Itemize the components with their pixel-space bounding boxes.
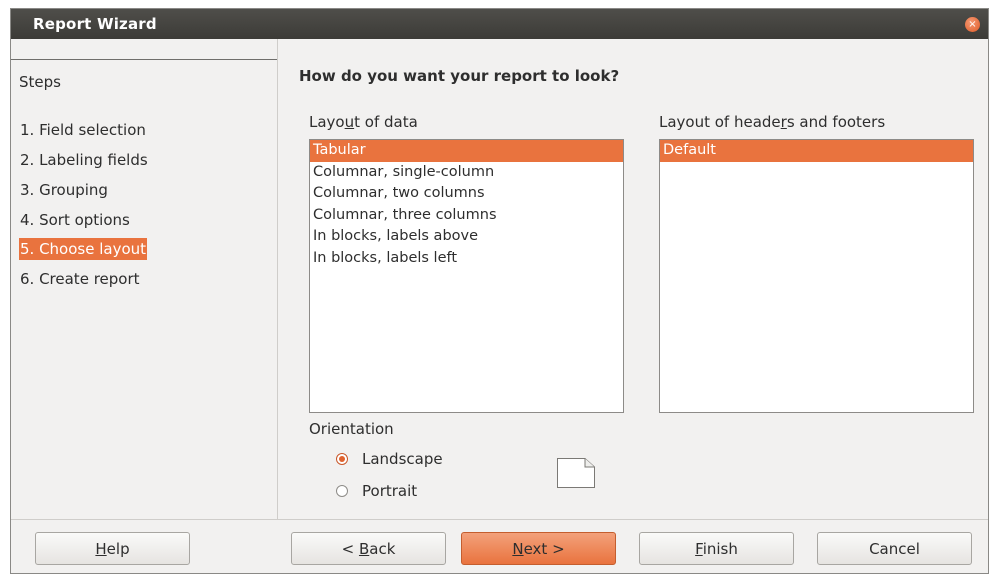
report-wizard-dialog: Report Wizard × Steps 1. Field selection… xyxy=(10,8,989,574)
step-grouping[interactable]: 3. Grouping xyxy=(19,179,109,201)
layout-option-blocks-left[interactable]: In blocks, labels left xyxy=(310,248,623,270)
steps-panel: Steps 1. Field selection 2. Labeling fie… xyxy=(11,39,278,519)
steps-header: Steps xyxy=(19,73,61,91)
layout-option-tabular[interactable]: Tabular xyxy=(310,140,623,162)
cancel-button[interactable]: Cancel xyxy=(817,532,972,565)
help-button[interactable]: Help xyxy=(35,532,190,565)
step-field-selection[interactable]: 1. Field selection xyxy=(19,119,147,141)
window-title: Report Wizard xyxy=(33,15,157,33)
landscape-radio[interactable] xyxy=(336,453,348,465)
orientation-label: Orientation xyxy=(309,420,394,438)
landscape-page-icon xyxy=(557,458,595,488)
orientation-portrait-option[interactable]: Portrait xyxy=(336,482,417,500)
layout-of-data-list[interactable]: Tabular Columnar, single-column Columnar… xyxy=(309,139,624,413)
finish-button[interactable]: Finish xyxy=(639,532,794,565)
footer-divider xyxy=(11,519,988,520)
step-labeling-fields[interactable]: 2. Labeling fields xyxy=(19,149,149,171)
title-bar[interactable]: Report Wizard × xyxy=(11,9,988,39)
landscape-label: Landscape xyxy=(362,450,443,468)
step-choose-layout[interactable]: 5. Choose layout xyxy=(19,238,148,260)
close-icon[interactable]: × xyxy=(965,17,980,32)
page-question: How do you want your report to look? xyxy=(299,67,620,85)
next-button[interactable]: Next > xyxy=(461,532,616,565)
portrait-label: Portrait xyxy=(362,482,418,500)
layout-option-blocks-above[interactable]: In blocks, labels above xyxy=(310,226,623,248)
layout-option-columnar-two[interactable]: Columnar, two columns xyxy=(310,183,623,205)
orientation-landscape-option[interactable]: Landscape xyxy=(336,450,443,468)
layout-of-data-label: Layout of data xyxy=(309,113,418,131)
layout-option-columnar-single[interactable]: Columnar, single-column xyxy=(310,162,623,184)
layout-headers-footers-list[interactable]: Default xyxy=(659,139,974,413)
layout-option-columnar-three[interactable]: Columnar, three columns xyxy=(310,205,623,227)
portrait-radio[interactable] xyxy=(336,485,348,497)
step-sort-options[interactable]: 4. Sort options xyxy=(19,209,131,231)
steps-divider xyxy=(11,59,277,60)
step-create-report[interactable]: 6. Create report xyxy=(19,268,141,290)
header-footer-option-default[interactable]: Default xyxy=(660,140,973,162)
layout-headers-footers-label: Layout of headers and footers xyxy=(659,113,886,131)
back-button[interactable]: < Back xyxy=(291,532,446,565)
